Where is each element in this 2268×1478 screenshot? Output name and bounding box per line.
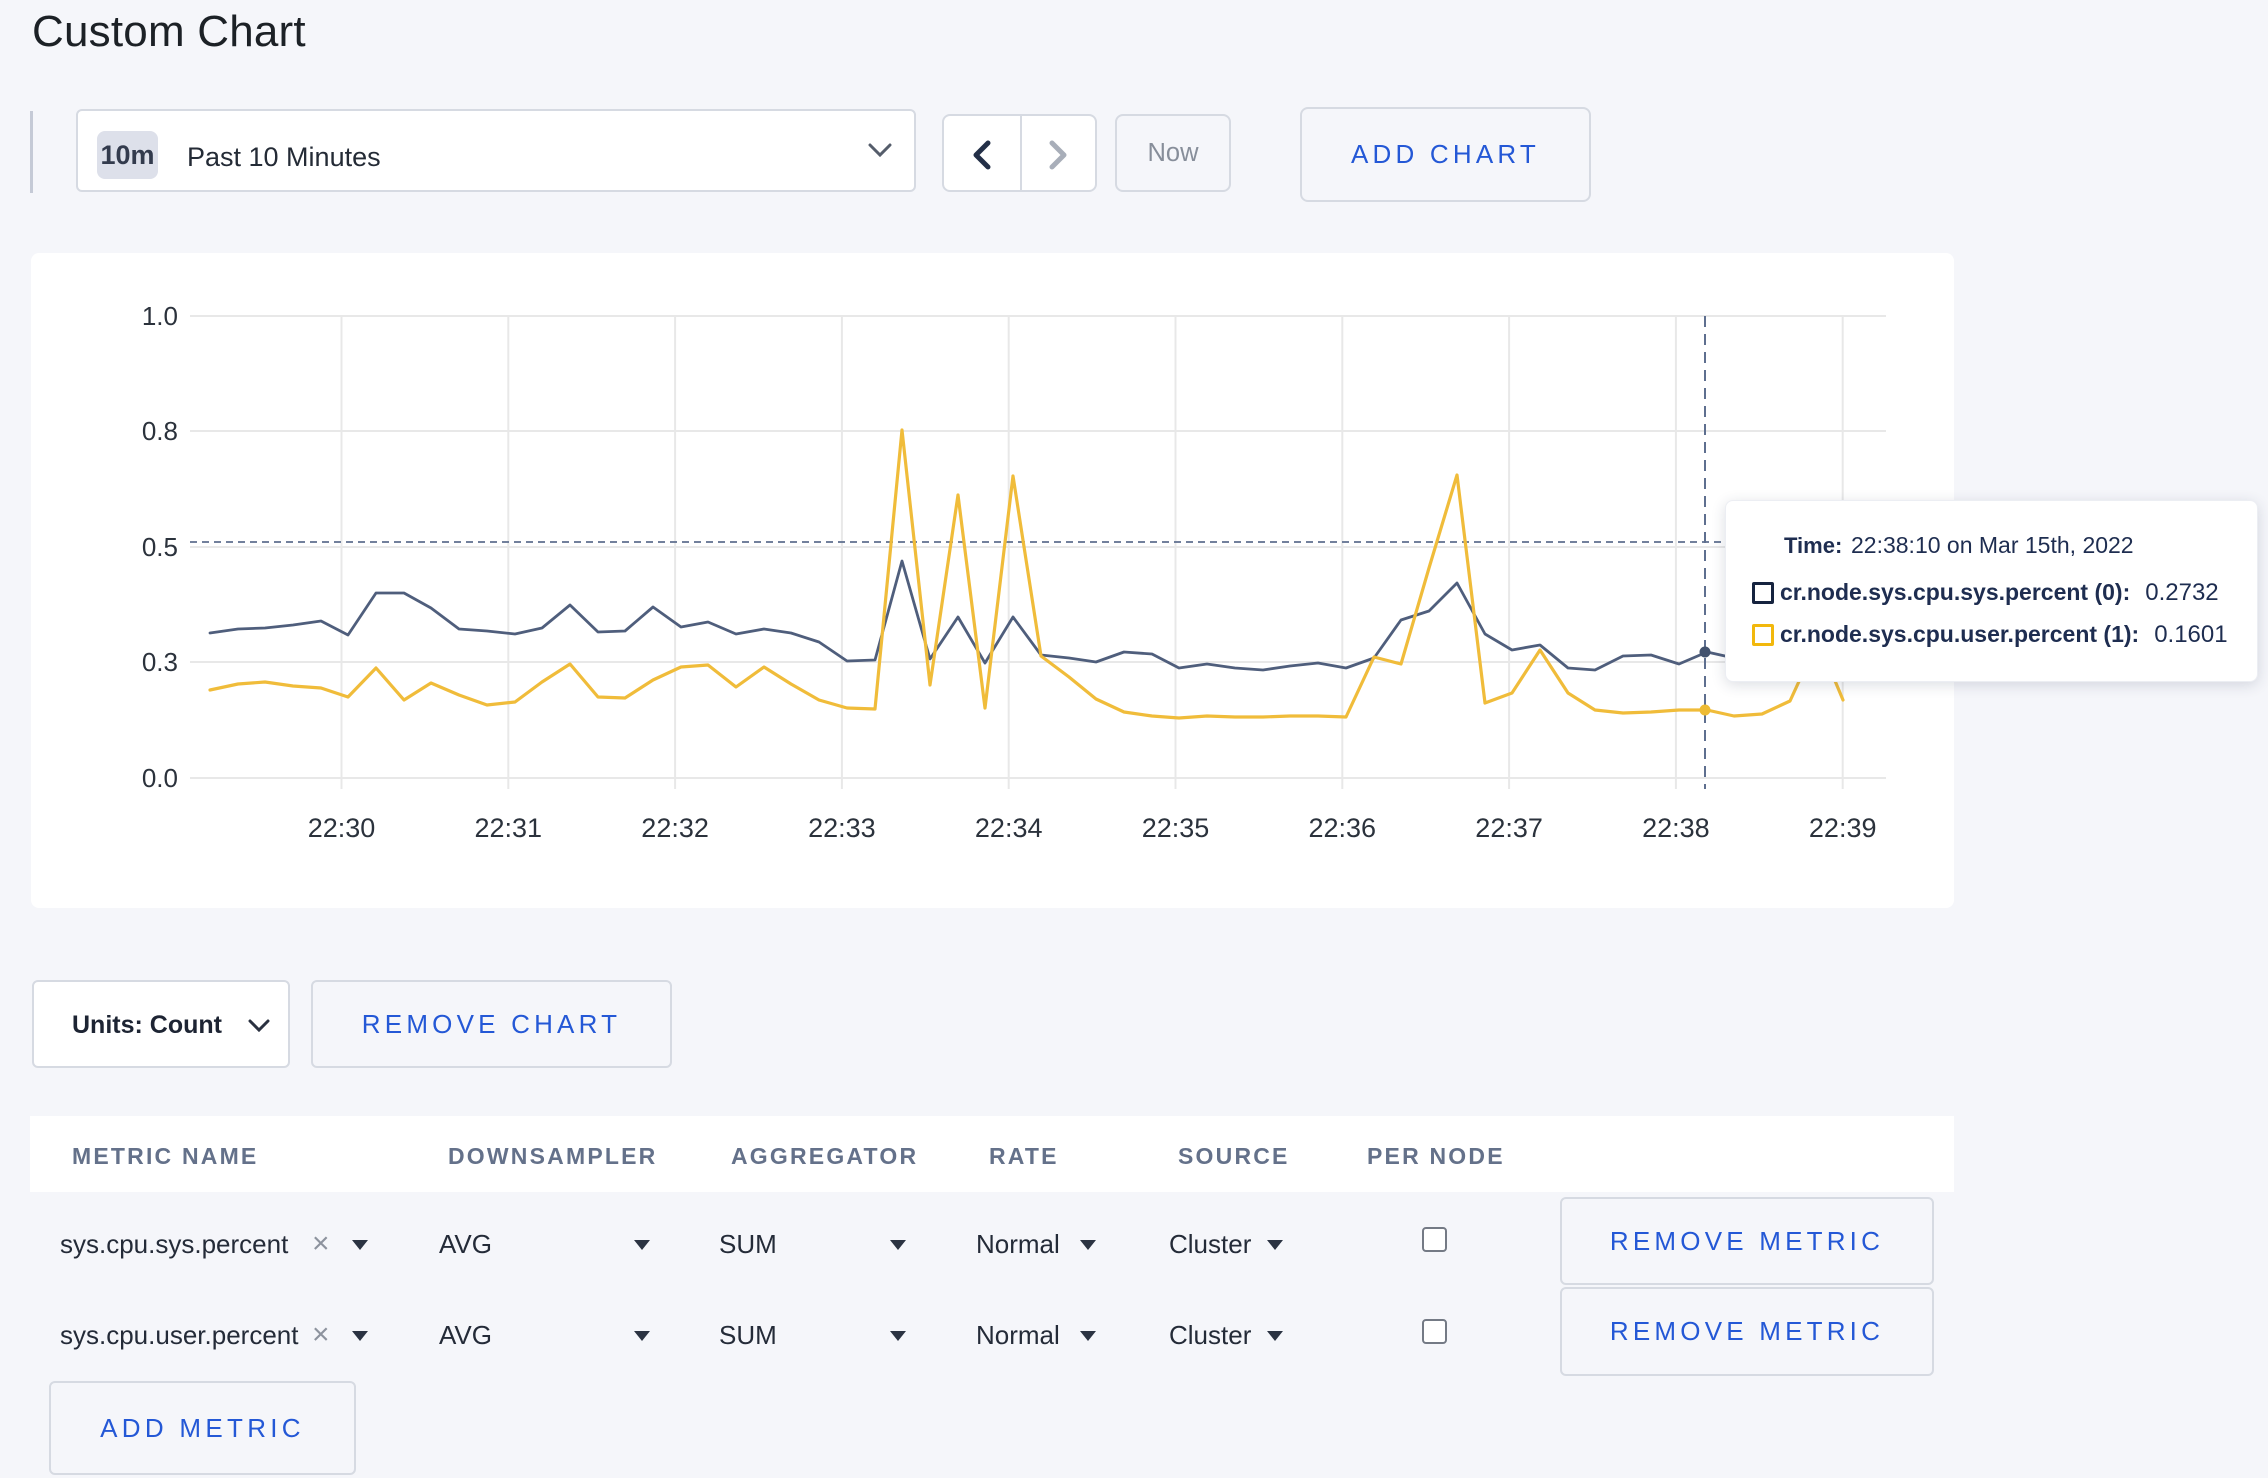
svg-text:22:38: 22:38: [1642, 813, 1710, 843]
svg-text:1.0: 1.0: [142, 301, 178, 331]
svg-text:0.8: 0.8: [142, 416, 178, 446]
svg-text:22:30: 22:30: [308, 813, 376, 843]
svg-text:22:33: 22:33: [808, 813, 876, 843]
svg-text:22:36: 22:36: [1309, 813, 1377, 843]
svg-text:0.3: 0.3: [142, 647, 178, 677]
svg-text:22:37: 22:37: [1475, 813, 1543, 843]
svg-text:22:39: 22:39: [1809, 813, 1877, 843]
svg-text:22:34: 22:34: [975, 813, 1043, 843]
svg-text:22:32: 22:32: [641, 813, 709, 843]
svg-text:22:31: 22:31: [475, 813, 543, 843]
svg-text:0.0: 0.0: [142, 763, 178, 793]
svg-text:0.5: 0.5: [142, 532, 178, 562]
svg-text:22:35: 22:35: [1142, 813, 1210, 843]
